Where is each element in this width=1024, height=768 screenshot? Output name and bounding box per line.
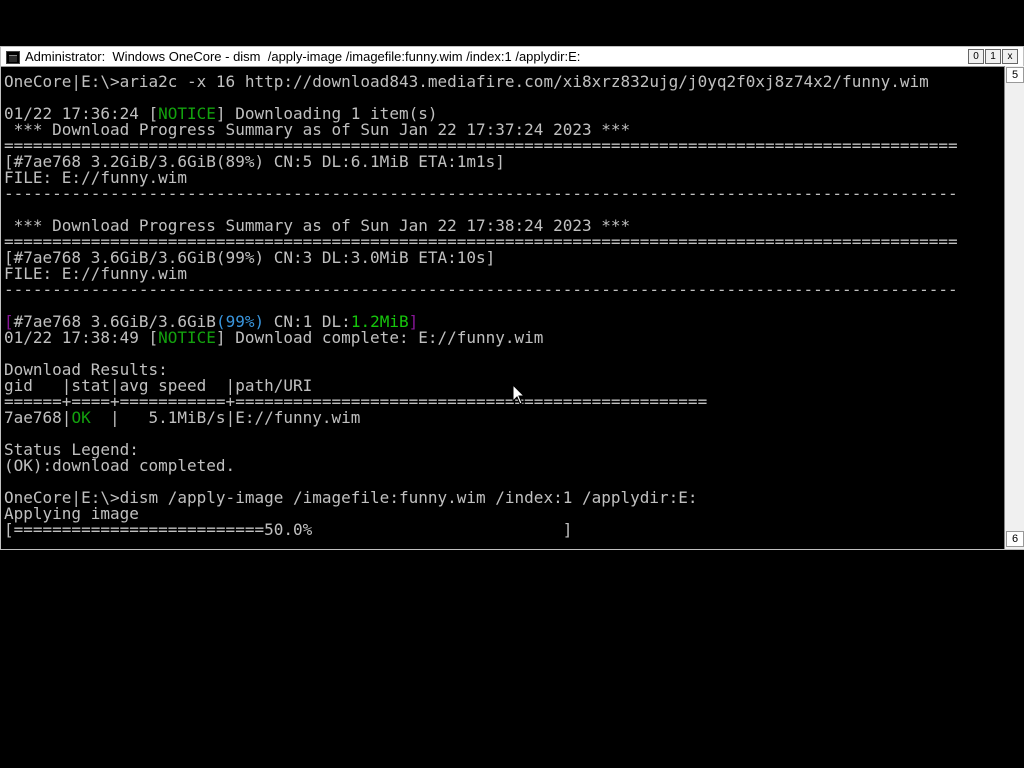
scroll-up-button[interactable]: 5 [1006, 67, 1024, 83]
console-text: ----------------------------------------… [4, 280, 958, 299]
console-text: 01/22 17:38:49 [ [4, 328, 159, 347]
console-window[interactable]: Administrator: Windows OneCore - dism /a… [0, 46, 1024, 550]
mouse-cursor-icon [512, 384, 526, 405]
console-text: 7ae768| [4, 408, 72, 427]
console-text: OK [71, 408, 91, 427]
vertical-scrollbar[interactable]: 5 6 [1004, 66, 1024, 549]
window-title: Administrator: Windows OneCore - dism /a… [25, 49, 581, 64]
console-output[interactable]: OneCore|E:\>aria2c -x 16 http://download… [4, 74, 1002, 548]
maximize-button[interactable]: 1 [985, 49, 1001, 64]
console-line: (OK):download completed. [4, 458, 1002, 474]
close-button[interactable]: x [1002, 49, 1018, 64]
title-bar[interactable]: Administrator: Windows OneCore - dism /a… [1, 47, 1023, 67]
console-line: [==========================50.0% ] [4, 522, 1002, 538]
console-text: | 5.1MiB/s|E://funny.wim [90, 408, 361, 427]
console-line: ----------------------------------------… [4, 282, 1002, 298]
console-line: OneCore|E:\>dism /apply-image /imagefile… [4, 490, 1002, 506]
console-text: ----------------------------------------… [4, 184, 958, 203]
console-text: ] Download complete: E://funny.wim [215, 328, 544, 347]
console-line: ----------------------------------------… [4, 186, 1002, 202]
console-line: 7ae768|OK | 5.1MiB/s|E://funny.wim [4, 410, 1002, 426]
minimize-button[interactable]: 0 [968, 49, 984, 64]
console-icon[interactable] [6, 51, 20, 64]
console-line: 01/22 17:38:49 [NOTICE] Download complet… [4, 330, 1002, 346]
console-line: OneCore|E:\>aria2c -x 16 http://download… [4, 74, 1002, 90]
console-text: [==========================50.0% ] [4, 520, 573, 539]
console-text: OneCore|E:\>aria2c -x 16 http://download… [4, 74, 929, 91]
console-text: NOTICE [158, 328, 216, 347]
console-text: (OK):download completed. [4, 456, 236, 475]
scroll-down-button[interactable]: 6 [1006, 531, 1024, 547]
